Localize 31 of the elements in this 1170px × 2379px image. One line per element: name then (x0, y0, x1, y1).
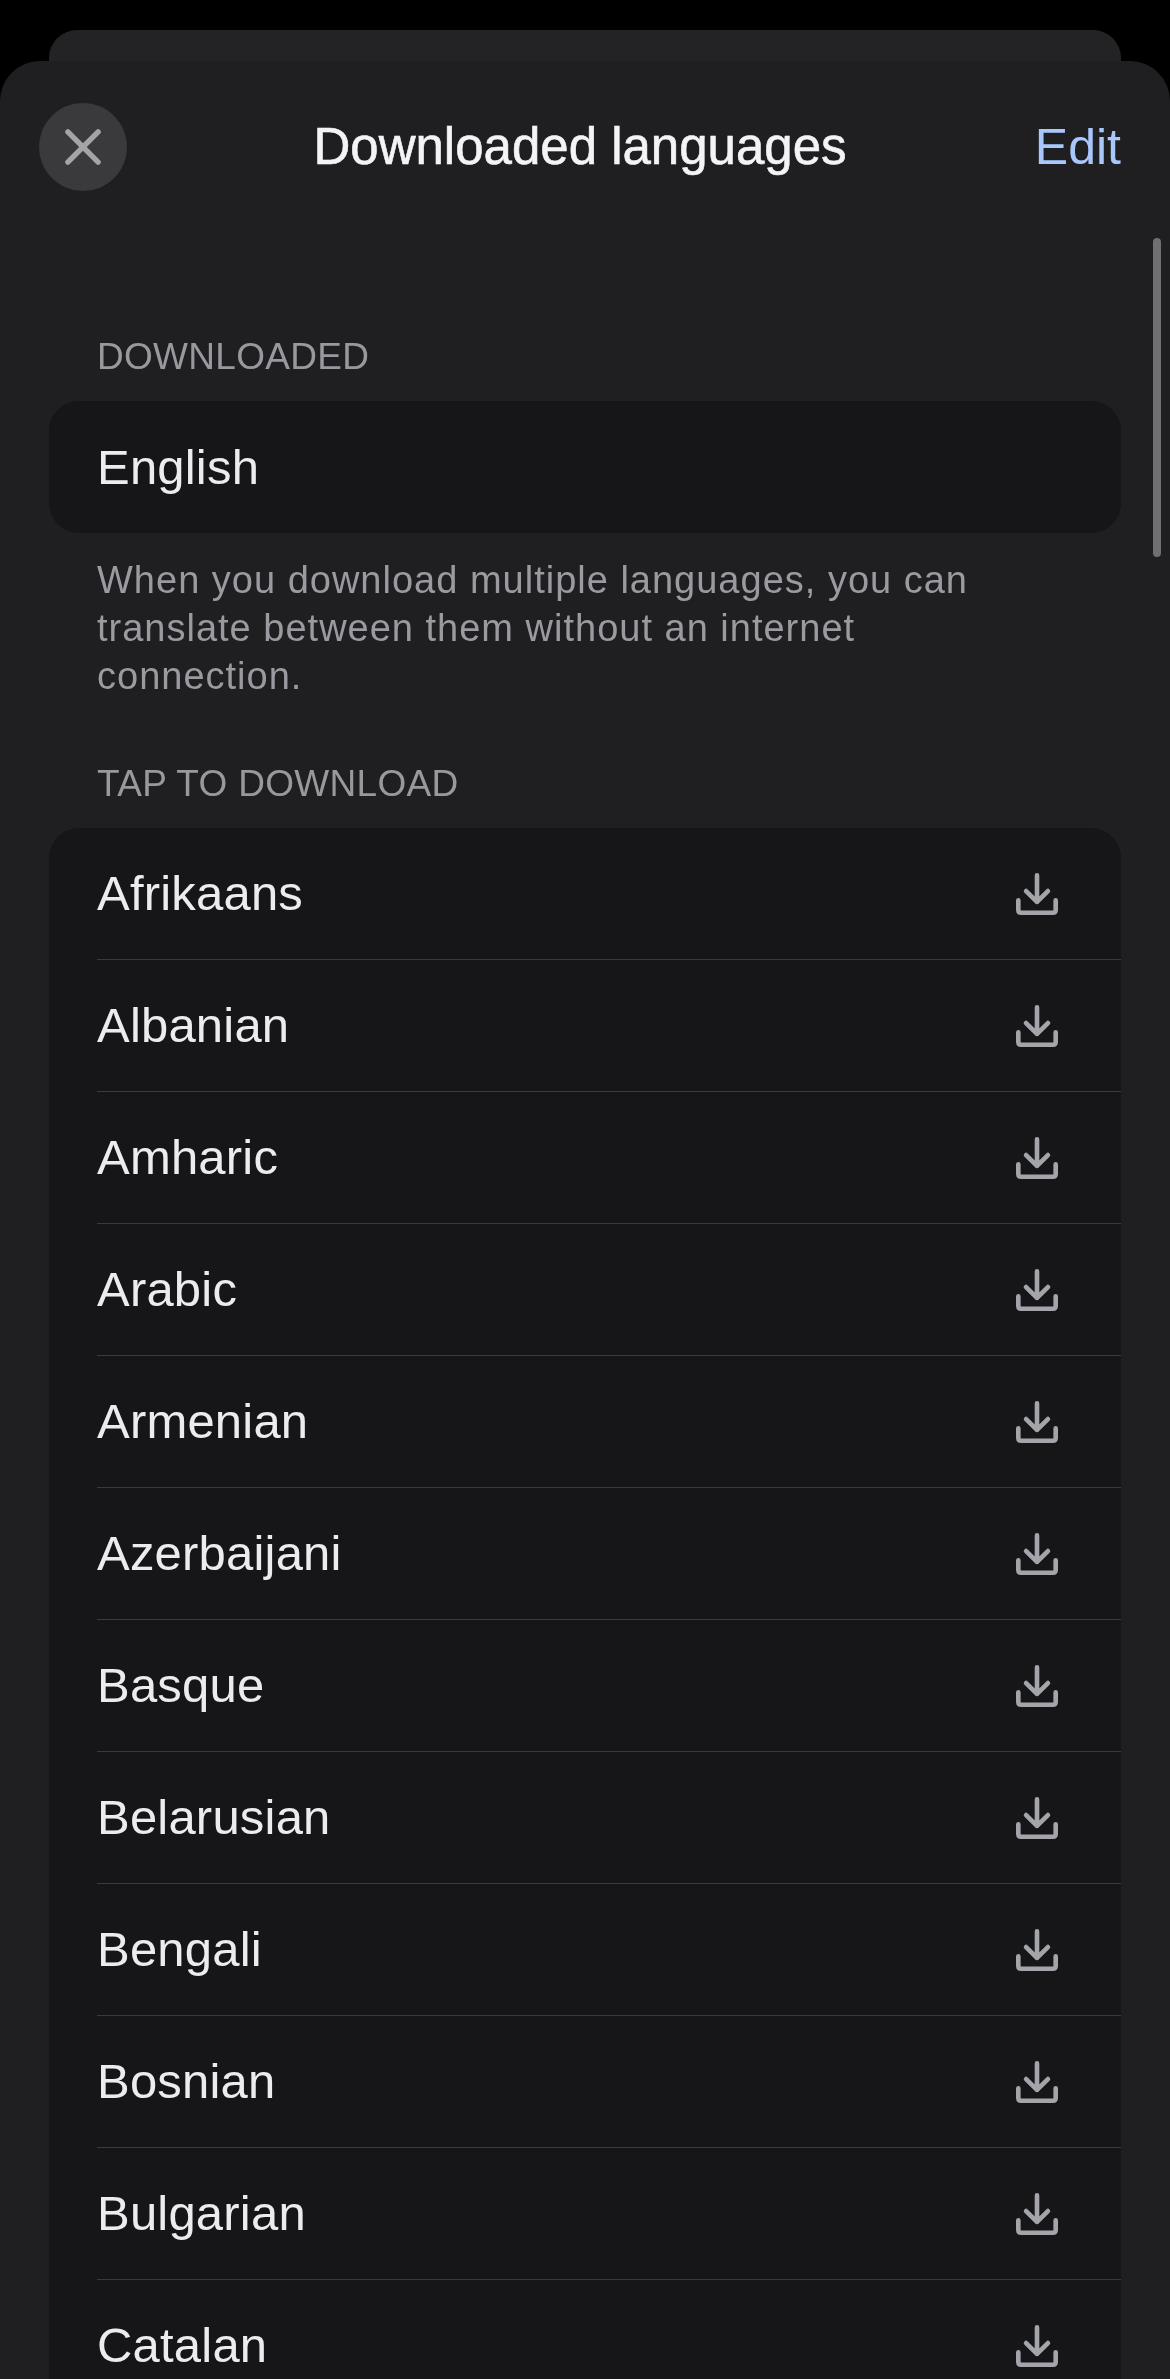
language-item[interactable]: Bengali (97, 1884, 1121, 2016)
download-icon (1016, 1400, 1058, 1443)
download-icon (1016, 2324, 1058, 2367)
language-item[interactable]: Catalan (97, 2280, 1121, 2379)
download-icon (1016, 1532, 1058, 1575)
language-item[interactable]: Bulgarian (97, 2148, 1121, 2280)
edit-button[interactable]: Edit (1034, 117, 1121, 177)
download-icon (1016, 1796, 1058, 1839)
language-item[interactable]: Amharic (97, 1092, 1121, 1224)
language-item[interactable]: Basque (97, 1620, 1121, 1752)
language-item[interactable]: Afrikaans (97, 828, 1121, 960)
language-item[interactable]: Bosnian (97, 2016, 1121, 2148)
language-item[interactable]: Armenian (97, 1356, 1121, 1488)
section-heading: TAP TO DOWNLOAD (97, 762, 460, 806)
language-item[interactable]: Belarusian (97, 1752, 1121, 1884)
downloaded-language-item[interactable]: English (49, 401, 1121, 533)
language-item[interactable]: Arabic (97, 1224, 1121, 1356)
language-item[interactable]: Azerbaijani (97, 1488, 1121, 1620)
download-icon (1016, 1004, 1058, 1047)
download-icon (1016, 1664, 1058, 1707)
download-icon (1016, 2060, 1058, 2103)
close-icon (65, 129, 101, 165)
download-icon (1016, 2192, 1058, 2235)
download-icon (1016, 1136, 1058, 1179)
section-heading: DOWNLOADED (97, 335, 371, 379)
download-icon (1016, 872, 1058, 915)
page-title: Downloaded languages (313, 117, 847, 177)
download-icon (1016, 1268, 1058, 1311)
download-icon (1016, 1928, 1058, 1971)
language-item[interactable]: Albanian (97, 960, 1121, 1092)
info-note: When you download multiple languages, you can translate between them without an internet connection. (97, 558, 969, 699)
